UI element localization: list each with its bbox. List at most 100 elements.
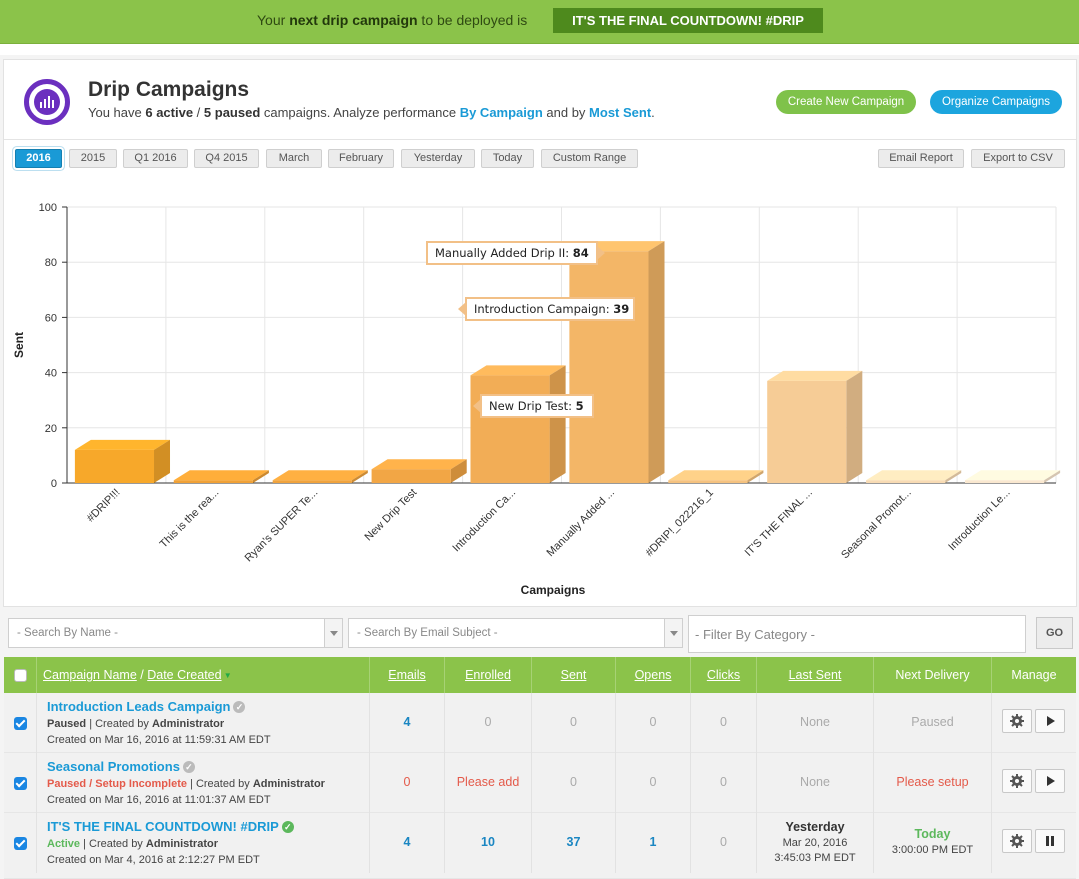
sent-cell: 0 xyxy=(532,693,616,753)
organize-campaigns-button[interactable]: Organize Campaigns xyxy=(930,90,1062,114)
email-report-button[interactable]: Email Report xyxy=(878,149,964,168)
sort-campaign-name[interactable]: Campaign Name xyxy=(43,668,137,682)
header-emails[interactable]: Emails xyxy=(370,657,445,693)
campaign-created-date: Created on Mar 4, 2016 at 2:12:27 PM EDT xyxy=(47,854,260,866)
next-delivery-cell: Please setup xyxy=(874,753,992,813)
last-sent-cell: None xyxy=(757,693,874,753)
play-icon xyxy=(1047,716,1055,726)
header-next-delivery: Next Delivery xyxy=(874,657,992,693)
campaign-name-link[interactable]: Introduction Leads Campaign ✓ xyxy=(47,699,246,714)
y-tick-label: 20 xyxy=(45,423,57,435)
campaign-cell: IT'S THE FINAL COUNTDOWN! #DRIP ✓ Active … xyxy=(37,813,370,873)
y-tick-label: 60 xyxy=(45,312,57,324)
tooltip-label: Manually Added Drip II: 84 xyxy=(435,246,589,260)
bar xyxy=(74,449,155,483)
bar-top xyxy=(173,470,269,481)
campaign-name-link[interactable]: Seasonal Promotions ✓ xyxy=(47,759,195,774)
search-by-subject-select[interactable]: - Search By Email Subject - xyxy=(348,618,683,648)
active-check-icon: ✓ xyxy=(281,821,294,833)
create-campaign-button[interactable]: Create New Campaign xyxy=(776,90,916,114)
campaign-cell: Introduction Leads Campaign ✓ Paused | Cr… xyxy=(37,693,370,753)
row-select-cell xyxy=(4,753,37,813)
bar-side xyxy=(648,241,665,483)
select-all-checkbox[interactable] xyxy=(14,669,27,682)
range-yesterday[interactable]: Yesterday xyxy=(401,149,475,168)
bar xyxy=(173,480,253,483)
bar-top xyxy=(767,370,863,381)
sent-cell: 0 xyxy=(532,753,616,813)
most-sent-link[interactable]: Most Sent xyxy=(589,105,651,120)
bar xyxy=(569,251,649,483)
bar-top xyxy=(74,439,171,450)
pause-button[interactable] xyxy=(1035,829,1065,853)
x-tick-label: Introduction Ca... xyxy=(450,487,518,555)
y-tick-label: 80 xyxy=(45,257,57,269)
x-tick-label: Introduction Le... xyxy=(946,487,1012,553)
header-enrolled[interactable]: Enrolled xyxy=(445,657,532,693)
sort-date-created[interactable]: Date Created xyxy=(147,668,221,682)
range-custom[interactable]: Custom Range xyxy=(541,149,638,168)
campaign-meta: Paused / Setup Incomplete | Created by A… xyxy=(47,778,325,790)
row-checkbox[interactable] xyxy=(14,837,27,850)
range-february[interactable]: February xyxy=(328,149,394,168)
y-tick-label: 40 xyxy=(45,368,57,380)
gear-icon xyxy=(1010,714,1024,728)
range-today[interactable]: Today xyxy=(481,149,534,168)
range-2015[interactable]: 2015 xyxy=(69,149,117,168)
bar-top xyxy=(272,470,368,481)
manage-cell xyxy=(992,693,1076,753)
filter-by-category-input[interactable]: - Filter By Category - xyxy=(688,615,1026,653)
x-tick-label: Ryan's SUPER Te... xyxy=(243,487,321,565)
last-sent-cell: None xyxy=(757,753,874,813)
manage-cell xyxy=(992,813,1076,873)
campaign-name-link[interactable]: IT'S THE FINAL COUNTDOWN! #DRIP ✓ xyxy=(47,819,294,834)
table-row: Seasonal Promotions ✓ Paused / Setup Inco… xyxy=(4,753,1076,813)
gear-icon xyxy=(1010,774,1024,788)
campaign-created-date: Created on Mar 16, 2016 at 11:59:31 AM E… xyxy=(47,734,271,746)
x-tick-label: #DRIP!!! xyxy=(85,487,123,525)
play-button[interactable] xyxy=(1035,709,1065,733)
play-button[interactable] xyxy=(1035,769,1065,793)
bar xyxy=(866,480,946,483)
tooltip-arrow xyxy=(458,302,466,316)
tooltip-label: New Drip Test: 5 xyxy=(489,399,584,413)
range-q1-2016[interactable]: Q1 2016 xyxy=(123,149,188,168)
opens-cell: 0 xyxy=(616,753,691,813)
next-campaign-button[interactable]: IT'S THE FINAL COUNTDOWN! #DRIP xyxy=(553,8,823,33)
next-campaign-banner: Your next drip campaign to be deployed i… xyxy=(0,0,1079,44)
settings-button[interactable] xyxy=(1002,769,1032,793)
go-button[interactable]: GO xyxy=(1036,617,1073,649)
pause-icon xyxy=(1046,836,1054,846)
row-checkbox[interactable] xyxy=(14,777,27,790)
y-axis-title: Sent xyxy=(12,332,26,358)
select-all-cell xyxy=(4,657,37,693)
last-sent-cell: Yesterday Mar 20, 2016 3:45:03 PM EDT xyxy=(757,813,874,873)
range-q4-2015[interactable]: Q4 2015 xyxy=(194,149,259,168)
play-icon xyxy=(1047,776,1055,786)
by-campaign-link[interactable]: By Campaign xyxy=(460,105,543,120)
x-tick-label: This is the rea... xyxy=(158,487,222,551)
header-manage: Manage xyxy=(1011,668,1057,682)
settings-button[interactable] xyxy=(1002,709,1032,733)
header-sent[interactable]: Sent xyxy=(532,657,616,693)
range-2016[interactable]: 2016 xyxy=(15,149,62,168)
settings-button[interactable] xyxy=(1002,829,1032,853)
sent-cell: 37 xyxy=(532,813,616,873)
campaign-created-date: Created on Mar 16, 2016 at 11:01:37 AM E… xyxy=(47,794,271,806)
header-clicks[interactable]: Clicks xyxy=(691,657,757,693)
clicks-cell: 0 xyxy=(691,813,757,873)
banner-message: Your next drip campaign to be deployed i… xyxy=(257,12,528,28)
range-march[interactable]: March xyxy=(266,149,322,168)
y-tick-label: 0 xyxy=(51,478,57,490)
header-opens[interactable]: Opens xyxy=(616,657,691,693)
search-by-name-select[interactable]: - Search By Name - xyxy=(8,618,343,648)
drip-logo-icon xyxy=(24,79,70,125)
bar xyxy=(371,469,451,483)
export-csv-button[interactable]: Export to CSV xyxy=(971,149,1065,168)
tooltip-label: Introduction Campaign: 39 xyxy=(474,302,629,316)
row-checkbox[interactable] xyxy=(14,717,27,730)
header-last-sent[interactable]: Last Sent xyxy=(757,657,874,693)
bar xyxy=(470,375,550,483)
bar-top xyxy=(964,470,1061,481)
manage-cell xyxy=(992,753,1076,813)
